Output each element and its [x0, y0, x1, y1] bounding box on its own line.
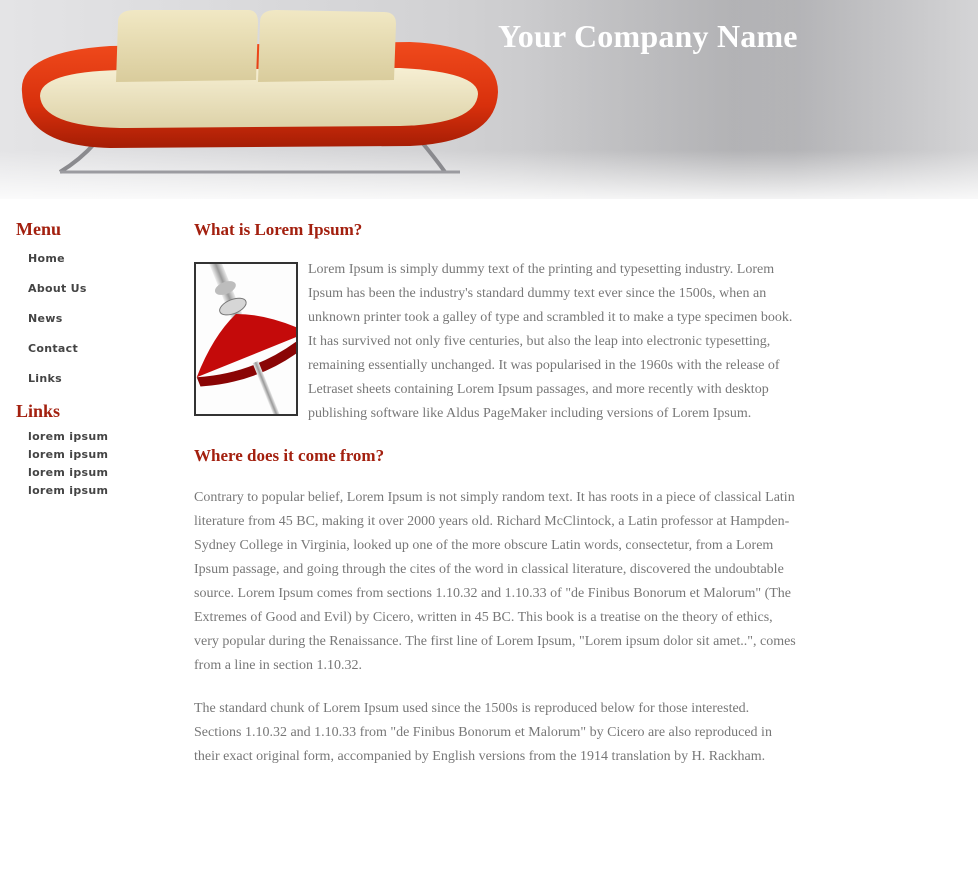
- section-what-is-body: Lorem Ipsum is simply dummy text of the …: [194, 258, 799, 426]
- menu-link-links[interactable]: Links: [28, 372, 62, 385]
- menu-list: Home About Us News Contact Links: [16, 248, 176, 398]
- links-item: lorem ipsum: [16, 463, 176, 481]
- company-name: Your Company Name: [498, 18, 798, 54]
- links-item: lorem ipsum: [16, 481, 176, 499]
- glass-thumbnail-image: [194, 262, 298, 416]
- link-lorem-ipsum-2[interactable]: lorem ipsum: [28, 448, 108, 461]
- menu-link-about[interactable]: About Us: [28, 282, 87, 295]
- menu-item-home: Home: [16, 248, 176, 278]
- menu-item-about: About Us: [16, 278, 176, 308]
- sidebar: Menu Home About Us News Contact Links Li…: [16, 218, 176, 499]
- menu-link-news[interactable]: News: [28, 312, 63, 325]
- menu-heading: Menu: [16, 219, 61, 239]
- sofa-image: [21, 10, 498, 174]
- menu-item-links: Links: [16, 368, 176, 398]
- main-content: What is Lorem Ipsum? Lorem Ipsum is simp…: [194, 218, 799, 769]
- menu-link-home[interactable]: Home: [28, 252, 65, 265]
- section-where-from-paragraph-1: Contrary to popular belief, Lorem Ipsum …: [194, 490, 796, 673]
- section-title-where-from: Where does it come from?: [194, 446, 385, 465]
- links-list: lorem ipsum lorem ipsum lorem ipsum lore…: [16, 427, 176, 499]
- links-item: lorem ipsum: [16, 427, 176, 445]
- header-banner: Your Company Name: [0, 0, 978, 199]
- links-item: lorem ipsum: [16, 445, 176, 463]
- menu-item-news: News: [16, 308, 176, 338]
- menu-link-contact[interactable]: Contact: [28, 342, 78, 355]
- section-where-from-paragraph-2: The standard chunk of Lorem Ipsum used s…: [194, 701, 772, 764]
- link-lorem-ipsum-4[interactable]: lorem ipsum: [28, 484, 108, 497]
- menu-item-contact: Contact: [16, 338, 176, 368]
- section-title-what-is: What is Lorem Ipsum?: [194, 220, 363, 239]
- link-lorem-ipsum-1[interactable]: lorem ipsum: [28, 430, 108, 443]
- link-lorem-ipsum-3[interactable]: lorem ipsum: [28, 466, 108, 479]
- links-heading: Links: [16, 401, 61, 421]
